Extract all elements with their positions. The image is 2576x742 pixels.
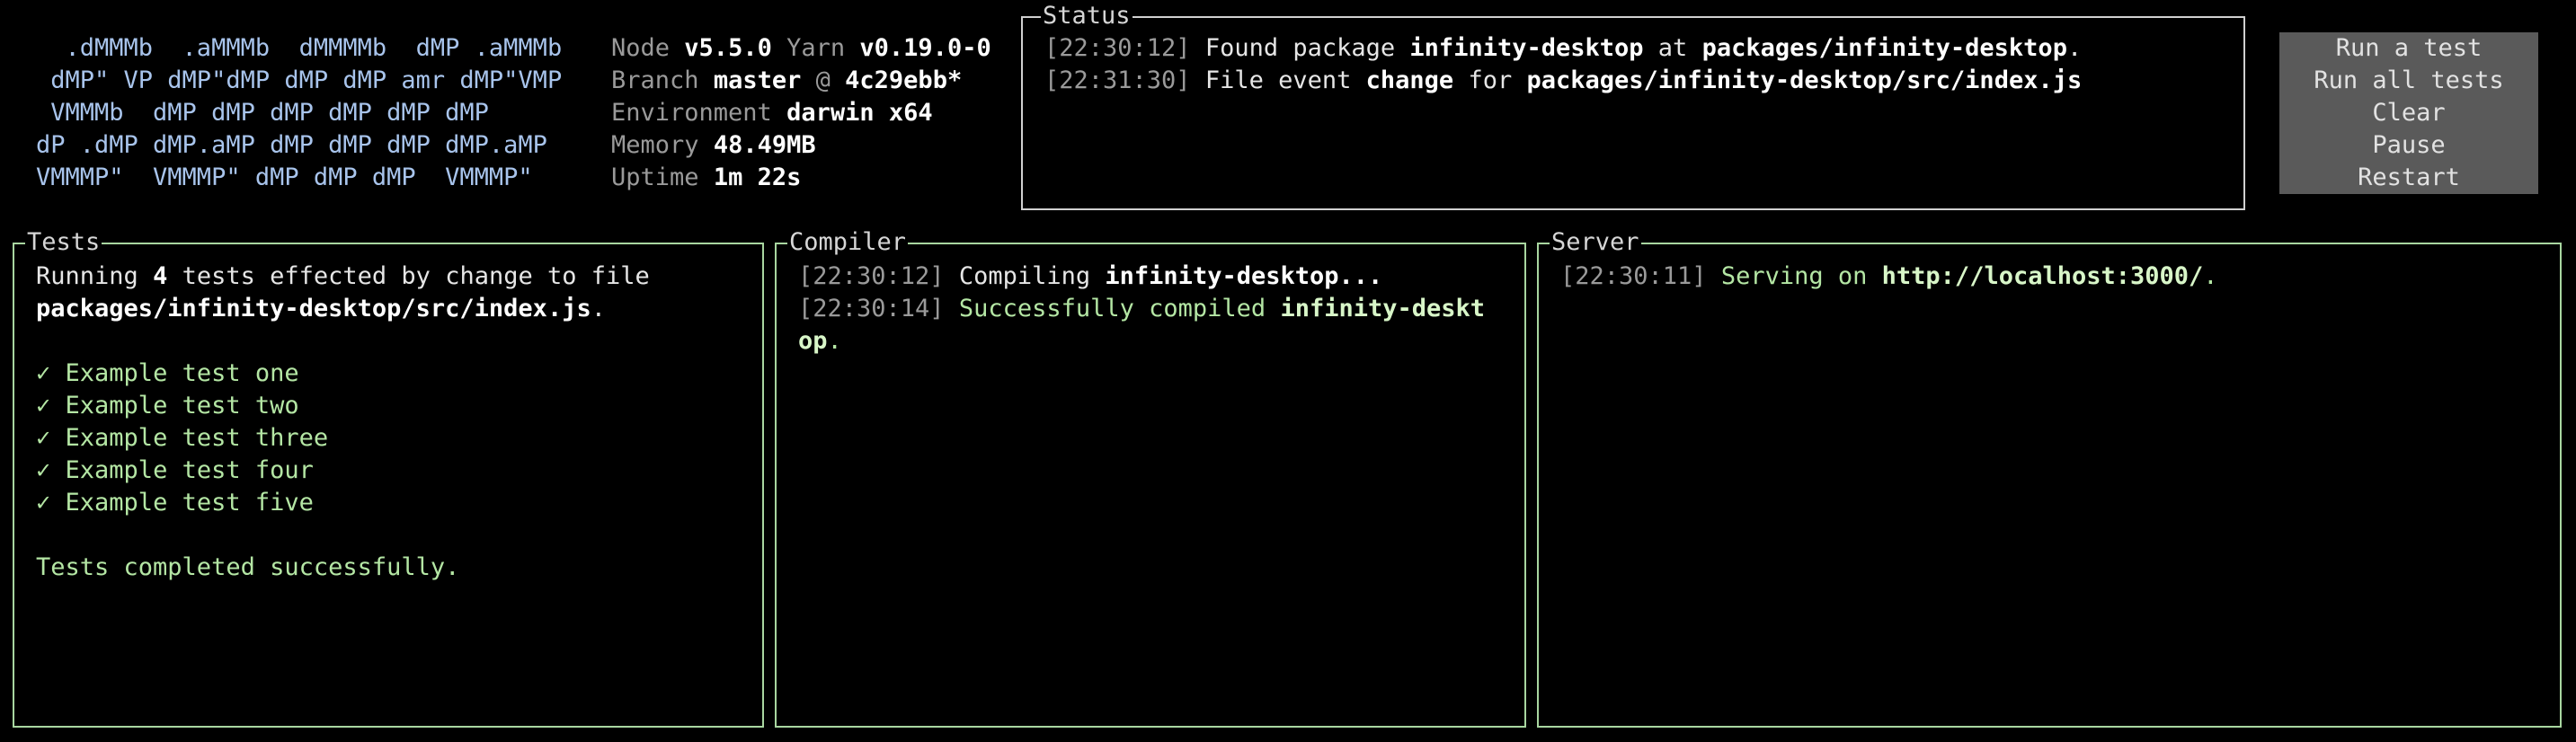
- compiler-panel: Compiler [22:30:12] Compiling infinity-d…: [775, 226, 1526, 728]
- logo-line: dP .dMP dMP.aMP dMP dMP dMP dMP.aMP: [36, 131, 547, 159]
- tests-panel-title: Tests: [25, 226, 102, 259]
- ascii-logo: .dMMMb .aMMMb dMMMMb dMP .aMMMb dMP" VP …: [36, 32, 562, 194]
- package-name: infinity-deskt: [1280, 295, 1486, 322]
- logo-line: .dMMMb .aMMMb dMMMMb dMP .aMMMb: [36, 34, 563, 62]
- package-name: infinity-desktop...: [1105, 262, 1383, 290]
- server-panel: Server [22:30:11] Serving on http://loca…: [1537, 226, 2562, 728]
- timestamp: [22:30:12]: [1044, 34, 1191, 62]
- info-row-versions: Node v5.5.0 Yarn v0.19.0-0: [611, 32, 991, 65]
- test-count: 4: [153, 262, 168, 290]
- logo-line: VMMMP" VMMMP" dMP dMP dMP VMMMP": [36, 163, 533, 191]
- test-name: Example test three: [65, 424, 329, 452]
- log-text: .: [2203, 262, 2218, 290]
- compiler-panel-title: Compiler: [787, 226, 909, 259]
- compiler-log-line: [22:30:12] Compiling infinity-desktop...: [798, 261, 1514, 293]
- tests-intro: Running 4 tests effected by change to fi…: [36, 261, 751, 293]
- status-panel-title: Status: [1041, 0, 1133, 32]
- log-text: at: [1657, 34, 1688, 62]
- status-log[interactable]: [22:30:12] Found package infinity-deskto…: [1044, 32, 2233, 97]
- status-panel: Status [22:30:12] Found package infinity…: [1021, 0, 2245, 210]
- log-text: File event: [1204, 66, 1352, 94]
- commit-hash: 4c29ebb*: [845, 66, 963, 94]
- test-result: ✓ Example test five: [36, 487, 751, 519]
- uptime-value: 1m 22s: [713, 163, 802, 191]
- action-menu: Run a test Run all tests Clear Pause Res…: [2279, 32, 2538, 194]
- checkmark-icon: ✓: [36, 456, 51, 484]
- log-text: .: [827, 327, 842, 355]
- node-version: v5.5.0: [684, 34, 772, 62]
- clear-button[interactable]: Clear: [2279, 97, 2538, 129]
- compiler-log-line-wrap: op.: [798, 325, 1514, 358]
- log-text: .: [2066, 34, 2083, 62]
- test-name: Example test one: [65, 359, 299, 387]
- log-text: Successfully compiled: [958, 295, 1266, 322]
- server-url[interactable]: http://localhost:3000/: [1882, 262, 2204, 290]
- tests-panel: Tests Running 4 tests effected by change…: [13, 226, 764, 728]
- test-name: Example test five: [65, 489, 314, 517]
- log-text: Found package: [1204, 34, 1396, 62]
- memory-value: 48.49MB: [713, 131, 816, 159]
- checkmark-icon: ✓: [36, 489, 51, 517]
- tests-summary: Tests completed successfully.: [36, 553, 460, 581]
- timestamp: [22:30:11]: [1560, 262, 1707, 290]
- package-name: infinity-desktop: [1409, 34, 1644, 62]
- environment-info: Node v5.5.0 Yarn v0.19.0-0 Branch master…: [611, 32, 991, 194]
- test-result: ✓ Example test three: [36, 422, 751, 455]
- restart-button[interactable]: Restart: [2279, 162, 2538, 194]
- server-panel-title: Server: [1550, 226, 1641, 259]
- info-row-uptime: Uptime 1m 22s: [611, 162, 991, 194]
- compiler-log[interactable]: [22:30:12] Compiling infinity-desktop...…: [798, 261, 1514, 358]
- event-type: change: [1365, 66, 1454, 94]
- timestamp: [22:30:14]: [798, 295, 945, 322]
- test-result: ✓ Example test one: [36, 358, 751, 390]
- tests-file-line: packages/infinity-desktop/src/index.js.: [36, 293, 751, 325]
- environment-label: Environment: [611, 99, 772, 127]
- timestamp: [22:30:12]: [798, 262, 945, 290]
- log-text: .: [591, 295, 606, 322]
- branch-name: master: [713, 66, 802, 94]
- test-result: ✓ Example test two: [36, 390, 751, 422]
- checkmark-icon: ✓: [36, 359, 51, 387]
- logo-line: VMMMb dMP dMP dMP dMP dMP dMP: [36, 99, 489, 127]
- info-row-environment: Environment darwin x64: [611, 97, 991, 129]
- pause-button[interactable]: Pause: [2279, 129, 2538, 162]
- yarn-version: v0.19.0-0: [859, 34, 991, 62]
- memory-label: Memory: [611, 131, 699, 159]
- package-name-wrap: op: [798, 327, 828, 355]
- info-row-memory: Memory 48.49MB: [611, 129, 991, 162]
- test-name: Example test two: [65, 392, 299, 420]
- info-row-branch: Branch master @ 4c29ebb*: [611, 65, 991, 97]
- changed-file: packages/infinity-desktop/src/index.js: [36, 295, 591, 322]
- logo-line: dMP" VP dMP"dMP dMP dMP amr dMP"VMP: [36, 66, 563, 94]
- server-log[interactable]: [22:30:11] Serving on http://localhost:3…: [1560, 261, 2549, 293]
- uptime-label: Uptime: [611, 163, 699, 191]
- timestamp: [22:31:30]: [1044, 66, 1191, 94]
- server-log-line: [22:30:11] Serving on http://localhost:3…: [1560, 261, 2549, 293]
- file-path: packages/infinity-desktop/src/index.js: [1526, 66, 2083, 94]
- branch-at: @: [815, 66, 831, 94]
- log-text: Compiling: [958, 262, 1091, 290]
- branch-label: Branch: [611, 66, 699, 94]
- run-all-tests-button[interactable]: Run all tests: [2279, 65, 2538, 97]
- status-log-line: [22:31:30] File event change for package…: [1044, 65, 2233, 97]
- compiler-log-line: [22:30:14] Successfully compiled infinit…: [798, 293, 1514, 325]
- yarn-label: Yarn: [786, 34, 846, 62]
- package-path: packages/infinity-desktop: [1701, 34, 2067, 62]
- log-text: Running: [36, 262, 138, 290]
- environment-value: darwin x64: [786, 99, 933, 127]
- node-label: Node: [611, 34, 671, 62]
- log-text: Serving on: [1720, 262, 1868, 290]
- tests-log[interactable]: Running 4 tests effected by change to fi…: [36, 261, 751, 584]
- checkmark-icon: ✓: [36, 392, 51, 420]
- test-name: Example test four: [65, 456, 314, 484]
- run-a-test-button[interactable]: Run a test: [2279, 32, 2538, 65]
- log-text: tests effected by change to file: [182, 262, 650, 290]
- test-result: ✓ Example test four: [36, 455, 751, 487]
- status-log-line: [22:30:12] Found package infinity-deskto…: [1044, 32, 2233, 65]
- log-text: for: [1468, 66, 1513, 94]
- checkmark-icon: ✓: [36, 424, 51, 452]
